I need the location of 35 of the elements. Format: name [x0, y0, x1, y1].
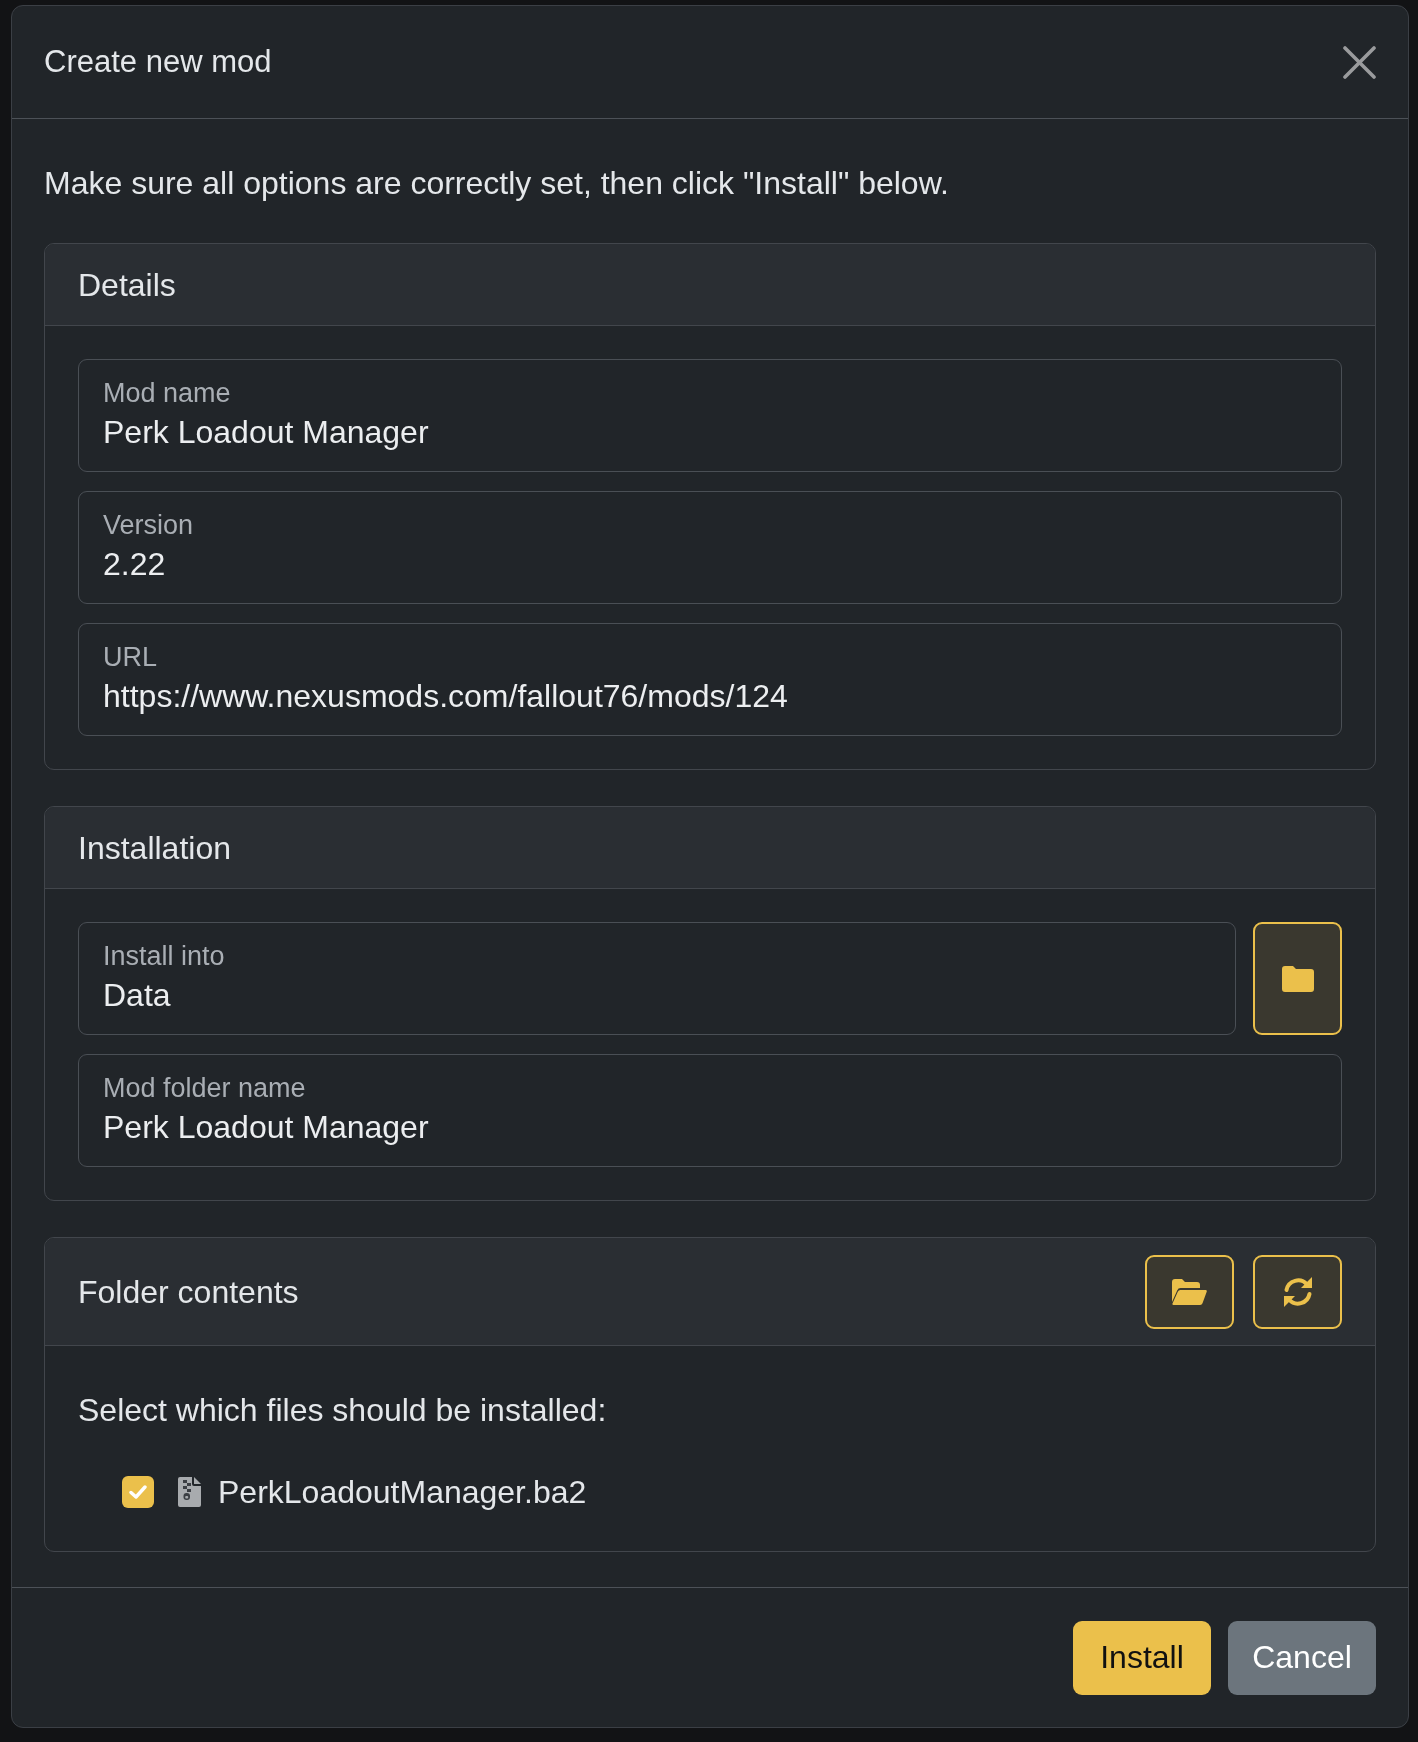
- checkbox[interactable]: [122, 1476, 154, 1508]
- dialog-title: Create new mod: [44, 43, 272, 81]
- field-label: Mod name: [103, 377, 231, 409]
- open-folder-button[interactable]: [1145, 1254, 1234, 1329]
- field-label: Version: [103, 509, 194, 541]
- install-button[interactable]: Install: [1073, 1620, 1211, 1695]
- archive-file-icon: [178, 1477, 201, 1507]
- intro-text: Make sure all options are correctly set, then click "Install" below.: [44, 164, 949, 203]
- text-field[interactable]: Mod folder name Perk Loadout Manager: [78, 1054, 1342, 1167]
- refresh-button[interactable]: [1253, 1254, 1342, 1329]
- field-value: Perk Loadout Manager: [103, 1108, 429, 1147]
- text-field[interactable]: Install into Data: [78, 922, 1236, 1035]
- folder-open-icon: [1172, 1278, 1207, 1305]
- folder-icon: [1281, 965, 1314, 992]
- card-title: Folder contents: [78, 1272, 299, 1311]
- field-value: 2.22: [103, 545, 166, 584]
- field-value: Data: [103, 976, 171, 1015]
- text-field[interactable]: Version 2.22: [78, 491, 1342, 604]
- file-name: PerkLoadoutManager.ba2: [218, 1473, 587, 1512]
- field-label: URL: [103, 641, 157, 673]
- refresh-icon: [1281, 1275, 1314, 1308]
- card-title: Details: [78, 265, 176, 304]
- text-field[interactable]: URL https://www.nexusmods.com/fallout76/mods/124: [78, 623, 1342, 736]
- checkmark-icon: [129, 1485, 147, 1499]
- close-icon: [1343, 45, 1376, 79]
- field-value: https://www.nexusmods.com/fallout76/mods/124: [103, 677, 788, 716]
- prompt-text: Select which files should be installed:: [78, 1391, 607, 1430]
- browse-folder-button[interactable]: [1253, 922, 1342, 1035]
- field-label: Install into: [103, 940, 225, 972]
- field-label: Mod folder name: [103, 1072, 306, 1104]
- close-button[interactable]: [1343, 45, 1376, 79]
- cancel-button[interactable]: Cancel: [1228, 1620, 1376, 1695]
- card-title: Installation: [78, 828, 231, 867]
- field-value: Perk Loadout Manager: [103, 413, 429, 452]
- text-field[interactable]: Mod name Perk Loadout Manager: [78, 359, 1342, 472]
